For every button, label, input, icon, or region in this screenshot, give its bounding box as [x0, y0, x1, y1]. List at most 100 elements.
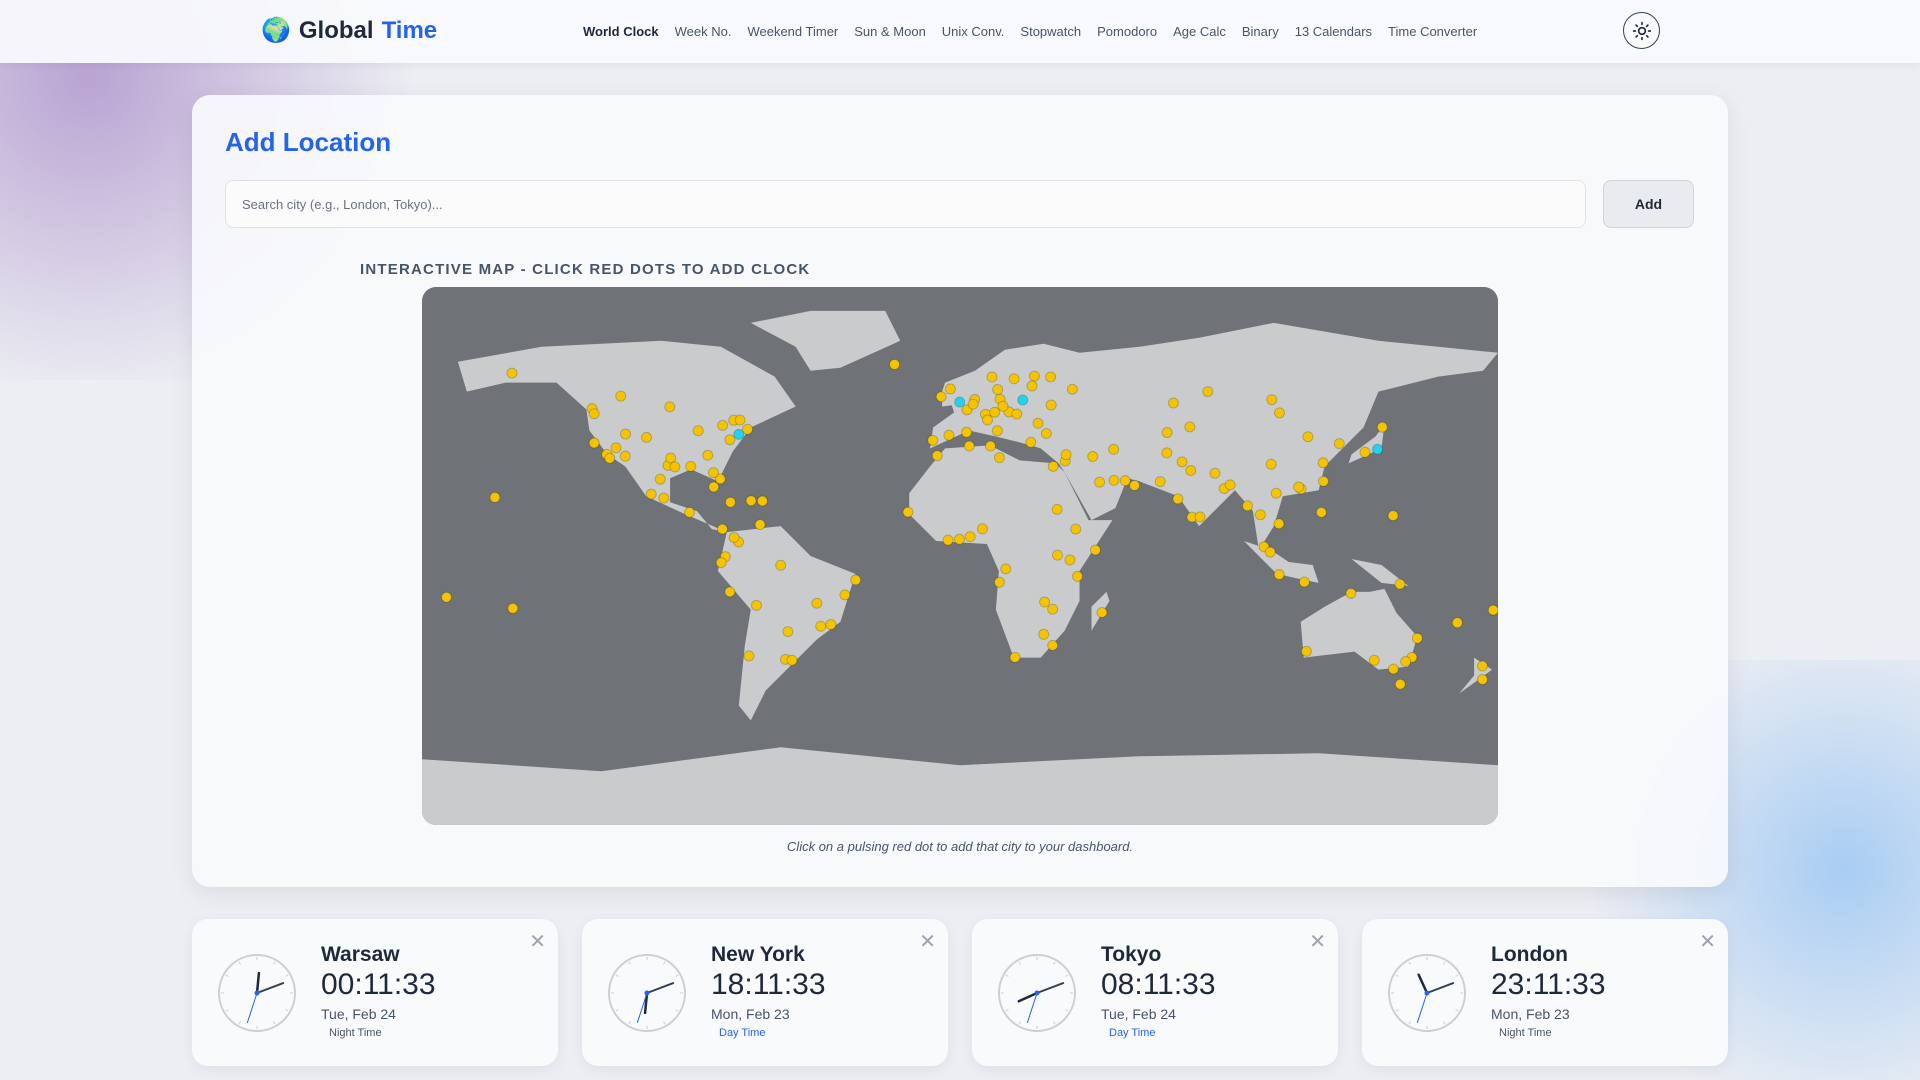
city-dot[interactable] — [658, 492, 670, 504]
city-dot[interactable] — [664, 401, 676, 413]
city-dot[interactable] — [1108, 443, 1120, 455]
city-dot[interactable] — [734, 414, 746, 426]
city-dot[interactable] — [1172, 493, 1184, 505]
city-dot[interactable] — [1266, 394, 1278, 406]
remove-clock-button[interactable]: ✕ — [529, 929, 546, 954]
city-dot[interactable] — [1051, 503, 1063, 515]
remove-clock-button[interactable]: ✕ — [919, 929, 936, 954]
city-dot[interactable] — [811, 597, 823, 609]
nav-item[interactable]: Pomodoro — [1097, 24, 1157, 39]
nav-item[interactable]: 13 Calendars — [1295, 24, 1372, 39]
city-dot[interactable] — [1108, 474, 1120, 486]
city-dot[interactable] — [902, 506, 914, 518]
nav-item[interactable]: Binary — [1242, 24, 1279, 39]
nav-item[interactable]: Stopwatch — [1020, 24, 1081, 39]
city-dot[interactable] — [1300, 645, 1312, 657]
city-dot[interactable] — [506, 367, 518, 379]
city-dot[interactable] — [1040, 427, 1052, 439]
city-dot[interactable] — [1387, 510, 1399, 522]
city-dot[interactable] — [715, 557, 727, 569]
city-dot[interactable] — [1273, 569, 1285, 581]
city-dot[interactable] — [1051, 549, 1063, 561]
city-dot[interactable] — [1176, 456, 1188, 468]
city-dot[interactable] — [1265, 458, 1277, 470]
city-dot[interactable] — [1071, 570, 1083, 582]
city-dot[interactable] — [754, 519, 766, 531]
city-dot[interactable] — [1039, 596, 1051, 608]
city-dot[interactable] — [1387, 663, 1399, 675]
city-dot[interactable] — [1411, 632, 1423, 644]
city-dot[interactable] — [610, 442, 622, 454]
active-city-dot[interactable] — [1017, 394, 1029, 406]
city-dot[interactable] — [944, 383, 956, 395]
city-dot[interactable] — [1451, 617, 1463, 629]
city-dot[interactable] — [1376, 421, 1388, 433]
city-dot[interactable] — [1273, 518, 1285, 530]
city-dot[interactable] — [993, 576, 1005, 588]
city-dot[interactable] — [1064, 554, 1076, 566]
city-dot[interactable] — [1274, 407, 1286, 419]
city-dot[interactable] — [1194, 511, 1206, 523]
city-dot[interactable] — [1293, 481, 1305, 493]
city-dot[interactable] — [889, 358, 901, 370]
city-dot[interactable] — [1047, 639, 1059, 651]
city-dot[interactable] — [1008, 373, 1020, 385]
city-dot[interactable] — [588, 408, 600, 420]
city-dot[interactable] — [1209, 467, 1221, 479]
active-city-dot[interactable] — [954, 396, 966, 408]
city-dot[interactable] — [1045, 399, 1057, 411]
city-dot[interactable] — [692, 425, 704, 437]
city-dot[interactable] — [728, 531, 740, 543]
city-dot[interactable] — [1298, 576, 1310, 588]
city-dot[interactable] — [1094, 476, 1106, 488]
nav-item[interactable]: Unix Conv. — [942, 24, 1005, 39]
nav-item[interactable]: Time Converter — [1388, 24, 1477, 39]
city-dot[interactable] — [724, 496, 736, 508]
city-dot[interactable] — [750, 599, 762, 611]
city-dot[interactable] — [782, 626, 794, 638]
city-dot[interactable] — [615, 390, 627, 402]
city-dot[interactable] — [927, 434, 939, 446]
city-dot[interactable] — [1119, 475, 1131, 487]
city-dot[interactable] — [976, 523, 988, 535]
city-dot[interactable] — [1047, 603, 1059, 615]
world-map[interactable] — [422, 287, 1498, 825]
city-dot[interactable] — [1315, 506, 1327, 518]
city-search-input[interactable] — [225, 180, 1586, 228]
city-dot[interactable] — [1202, 386, 1214, 398]
city-dot[interactable] — [1129, 479, 1141, 491]
logo[interactable]: 🌍 Global Time — [261, 16, 437, 45]
city-dot[interactable] — [1009, 651, 1021, 663]
city-dot[interactable] — [964, 531, 976, 543]
city-dot[interactable] — [1185, 465, 1197, 477]
city-dot[interactable] — [669, 461, 681, 473]
city-dot[interactable] — [1345, 587, 1357, 599]
city-dot[interactable] — [1270, 487, 1282, 499]
city-dot[interactable] — [745, 495, 757, 507]
city-dot[interactable] — [1070, 523, 1082, 535]
city-dot[interactable] — [1000, 563, 1012, 575]
city-dot[interactable] — [1400, 656, 1412, 668]
city-dot[interactable] — [1161, 427, 1173, 439]
city-dot[interactable] — [640, 431, 652, 443]
city-dot[interactable] — [850, 574, 862, 586]
city-dot[interactable] — [1333, 438, 1345, 450]
city-dot[interactable] — [665, 452, 677, 464]
remove-clock-button[interactable]: ✕ — [1309, 929, 1326, 954]
nav-item[interactable]: World Clock — [583, 24, 659, 39]
city-dot[interactable] — [1359, 446, 1371, 458]
city-dot[interactable] — [1254, 509, 1266, 521]
add-button[interactable]: Add — [1603, 180, 1694, 228]
city-dot[interactable] — [981, 414, 993, 426]
city-dot[interactable] — [707, 467, 719, 479]
city-dot[interactable] — [654, 473, 666, 485]
active-city-dot[interactable] — [733, 428, 745, 440]
city-dot[interactable] — [942, 534, 954, 546]
city-dot[interactable] — [1026, 380, 1038, 392]
city-dot[interactable] — [984, 440, 996, 452]
city-dot[interactable] — [1025, 436, 1037, 448]
city-dot[interactable] — [756, 495, 768, 507]
city-dot[interactable] — [1264, 546, 1276, 558]
city-dot[interactable] — [931, 450, 943, 462]
city-dot[interactable] — [967, 398, 979, 410]
